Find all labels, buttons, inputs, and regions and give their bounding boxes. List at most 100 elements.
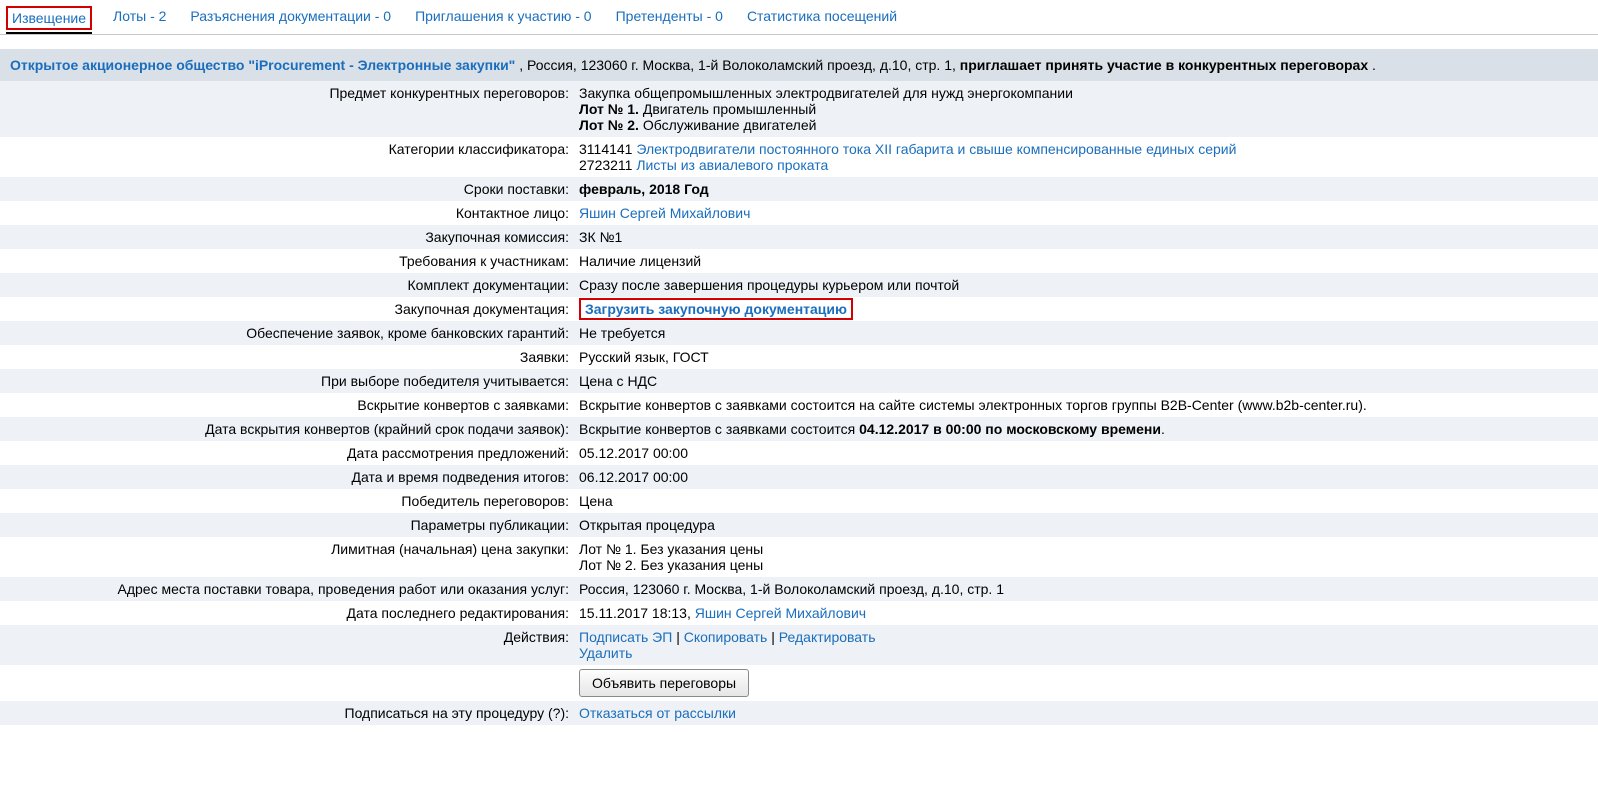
- action-sign-link[interactable]: Подписать ЭП: [579, 629, 672, 645]
- label-result-date: Дата и время подведения итогов:: [10, 469, 575, 485]
- value-opening: Вскрытие конвертов с заявками состоится …: [575, 397, 1588, 413]
- value-review-date: 05.12.2017 00:00: [575, 445, 1588, 461]
- announcement-header: Открытое акционерное общество "iProcurem…: [0, 49, 1598, 81]
- row-requirements: Требования к участникам: Наличие лицензи…: [0, 249, 1598, 273]
- lot2-label: Лот № 2.: [579, 117, 639, 133]
- value-commission: ЗК №1: [575, 229, 1588, 245]
- label-delivery-addr: Адрес места поставки товара, проведения …: [10, 581, 575, 597]
- label-subscribe: Подписаться на эту процедуру (?):: [10, 705, 575, 721]
- label-docset: Комплект документации:: [10, 277, 575, 293]
- row-delivery: Сроки поставки: февраль, 2018 Год: [0, 177, 1598, 201]
- invitation-tail: .: [1372, 57, 1376, 73]
- details-table: Предмет конкурентных переговоров: Закупк…: [0, 81, 1598, 725]
- action-edit-link[interactable]: Редактировать: [779, 629, 876, 645]
- action-copy-link[interactable]: Скопировать: [684, 629, 768, 645]
- value-subject: Закупка общепромышленных электродвигател…: [575, 85, 1588, 133]
- value-applications: Русский язык, ГОСТ: [575, 349, 1588, 365]
- label-delivery: Сроки поставки:: [10, 181, 575, 197]
- value-delivery-addr: Россия, 123060 г. Москва, 1-й Волоколамс…: [575, 581, 1588, 597]
- opening-date-suffix: .: [1161, 421, 1165, 437]
- value-result-date: 06.12.2017 00:00: [575, 469, 1588, 485]
- row-review-date: Дата рассмотрения предложений: 05.12.201…: [0, 441, 1598, 465]
- label-subject: Предмет конкурентных переговоров:: [10, 85, 575, 101]
- limit-price-line1: Лот № 1. Без указания цены: [579, 541, 763, 557]
- label-last-edit: Дата последнего редактирования:: [10, 605, 575, 621]
- row-subject: Предмет конкурентных переговоров: Закупк…: [0, 81, 1598, 137]
- label-review-date: Дата рассмотрения предложений:: [10, 445, 575, 461]
- row-limit-price: Лимитная (начальная) цена закупки: Лот №…: [0, 537, 1598, 577]
- limit-price-line2: Лот № 2. Без указания цены: [579, 557, 763, 573]
- last-edit-user-link[interactable]: Яшин Сергей Михайлович: [695, 605, 866, 621]
- label-commission: Закупочная комиссия:: [10, 229, 575, 245]
- row-last-edit: Дата последнего редактирования: 15.11.20…: [0, 601, 1598, 625]
- row-commission: Закупочная комиссия: ЗК №1: [0, 225, 1598, 249]
- label-limit-price: Лимитная (начальная) цена закупки:: [10, 541, 575, 557]
- label-categories: Категории классификатора:: [10, 141, 575, 157]
- unsubscribe-link[interactable]: Отказаться от рассылки: [579, 705, 736, 721]
- row-opening: Вскрытие конвертов с заявками: Вскрытие …: [0, 393, 1598, 417]
- subject-text: Закупка общепромышленных электродвигател…: [579, 85, 1073, 101]
- label-procdocs: Закупочная документация:: [10, 301, 575, 317]
- row-announce: Объявить переговоры: [0, 665, 1598, 701]
- contact-link[interactable]: Яшин Сергей Михайлович: [579, 205, 750, 221]
- value-requirements: Наличие лицензий: [575, 253, 1588, 269]
- row-opening-date: Дата вскрытия конвертов (крайний срок по…: [0, 417, 1598, 441]
- label-applications: Заявки:: [10, 349, 575, 365]
- row-actions: Действия: Подписать ЭП | Скопировать | Р…: [0, 625, 1598, 665]
- category-code-1: 3114141: [579, 141, 636, 157]
- invitation-text: приглашает принять участие в конкурентны…: [960, 57, 1368, 73]
- value-contact: Яшин Сергей Михайлович: [575, 205, 1588, 221]
- row-categories: Категории классификатора: 3114141 Электр…: [0, 137, 1598, 177]
- tab-visit-stats[interactable]: Статистика посещений: [744, 6, 900, 26]
- row-procdocs: Закупочная документация: Загрузить закуп…: [0, 297, 1598, 321]
- value-security: Не требуется: [575, 325, 1588, 341]
- category-link-1[interactable]: Электродвигатели постоянного тока XII га…: [636, 141, 1236, 157]
- actions-sep1: |: [672, 629, 683, 645]
- value-docset: Сразу после завершения процедуры курьеро…: [575, 277, 1588, 293]
- lot2-text: Обслуживание двигателей: [639, 117, 817, 133]
- opening-date-prefix: Вскрытие конвертов с заявками состоится: [579, 421, 859, 437]
- row-winner: Победитель переговоров: Цена: [0, 489, 1598, 513]
- row-winner-criteria: При выборе победителя учитывается: Цена …: [0, 369, 1598, 393]
- row-applications: Заявки: Русский язык, ГОСТ: [0, 345, 1598, 369]
- organizer-address: , Россия, 123060 г. Москва, 1-й Волокола…: [519, 57, 960, 73]
- tab-candidates[interactable]: Претенденты - 0: [613, 6, 726, 26]
- tab-lots[interactable]: Лоты - 2: [110, 6, 169, 26]
- row-docset: Комплект документации: Сразу после завер…: [0, 273, 1598, 297]
- label-requirements: Требования к участникам:: [10, 253, 575, 269]
- actions-sep2: |: [767, 629, 778, 645]
- label-security: Обеспечение заявок, кроме банковских гар…: [10, 325, 575, 341]
- tab-notice[interactable]: Извещение: [6, 6, 92, 30]
- organizer-link[interactable]: Открытое акционерное общество "iProcurem…: [10, 57, 515, 73]
- last-edit-text: 15.11.2017 18:13,: [579, 605, 695, 621]
- value-subscribe: Отказаться от рассылки: [575, 705, 1588, 721]
- value-opening-date: Вскрытие конвертов с заявками состоится …: [575, 421, 1588, 437]
- row-subscribe: Подписаться на эту процедуру (?): Отказа…: [0, 701, 1598, 725]
- lot1-text: Двигатель промышленный: [639, 101, 816, 117]
- value-winner: Цена: [575, 493, 1588, 509]
- value-categories: 3114141 Электродвигатели постоянного ток…: [575, 141, 1588, 173]
- label-winner-criteria: При выборе победителя учитывается:: [10, 373, 575, 389]
- category-code-2: 2723211: [579, 157, 636, 173]
- label-winner: Победитель переговоров:: [10, 493, 575, 509]
- row-pub-params: Параметры публикации: Открытая процедура: [0, 513, 1598, 537]
- tab-invitations[interactable]: Приглашения к участию - 0: [412, 6, 595, 26]
- label-opening-date: Дата вскрытия конвертов (крайний срок по…: [10, 421, 575, 437]
- value-delivery: февраль, 2018 Год: [575, 181, 1588, 197]
- value-pub-params: Открытая процедура: [575, 517, 1588, 533]
- label-opening: Вскрытие конвертов с заявками:: [10, 397, 575, 413]
- value-last-edit: 15.11.2017 18:13, Яшин Сергей Михайлович: [575, 605, 1588, 621]
- tab-doc-clarifications[interactable]: Разъяснения документации - 0: [187, 6, 394, 26]
- value-announce: Объявить переговоры: [575, 669, 1588, 697]
- lot1-label: Лот № 1.: [579, 101, 639, 117]
- value-winner-criteria: Цена с НДС: [575, 373, 1588, 389]
- delivery-value: февраль, 2018 Год: [579, 181, 709, 197]
- category-link-2[interactable]: Листы из авиалевого проката: [636, 157, 828, 173]
- value-limit-price: Лот № 1. Без указания цены Лот № 2. Без …: [575, 541, 1588, 573]
- download-procurement-docs-link[interactable]: Загрузить закупочную документацию: [579, 298, 853, 320]
- value-actions: Подписать ЭП | Скопировать | Редактирова…: [575, 629, 1588, 661]
- announce-button[interactable]: Объявить переговоры: [579, 669, 749, 697]
- opening-date-bold: 04.12.2017 в 00:00 по московскому времен…: [859, 421, 1161, 437]
- label-pub-params: Параметры публикации:: [10, 517, 575, 533]
- action-delete-link[interactable]: Удалить: [579, 645, 632, 661]
